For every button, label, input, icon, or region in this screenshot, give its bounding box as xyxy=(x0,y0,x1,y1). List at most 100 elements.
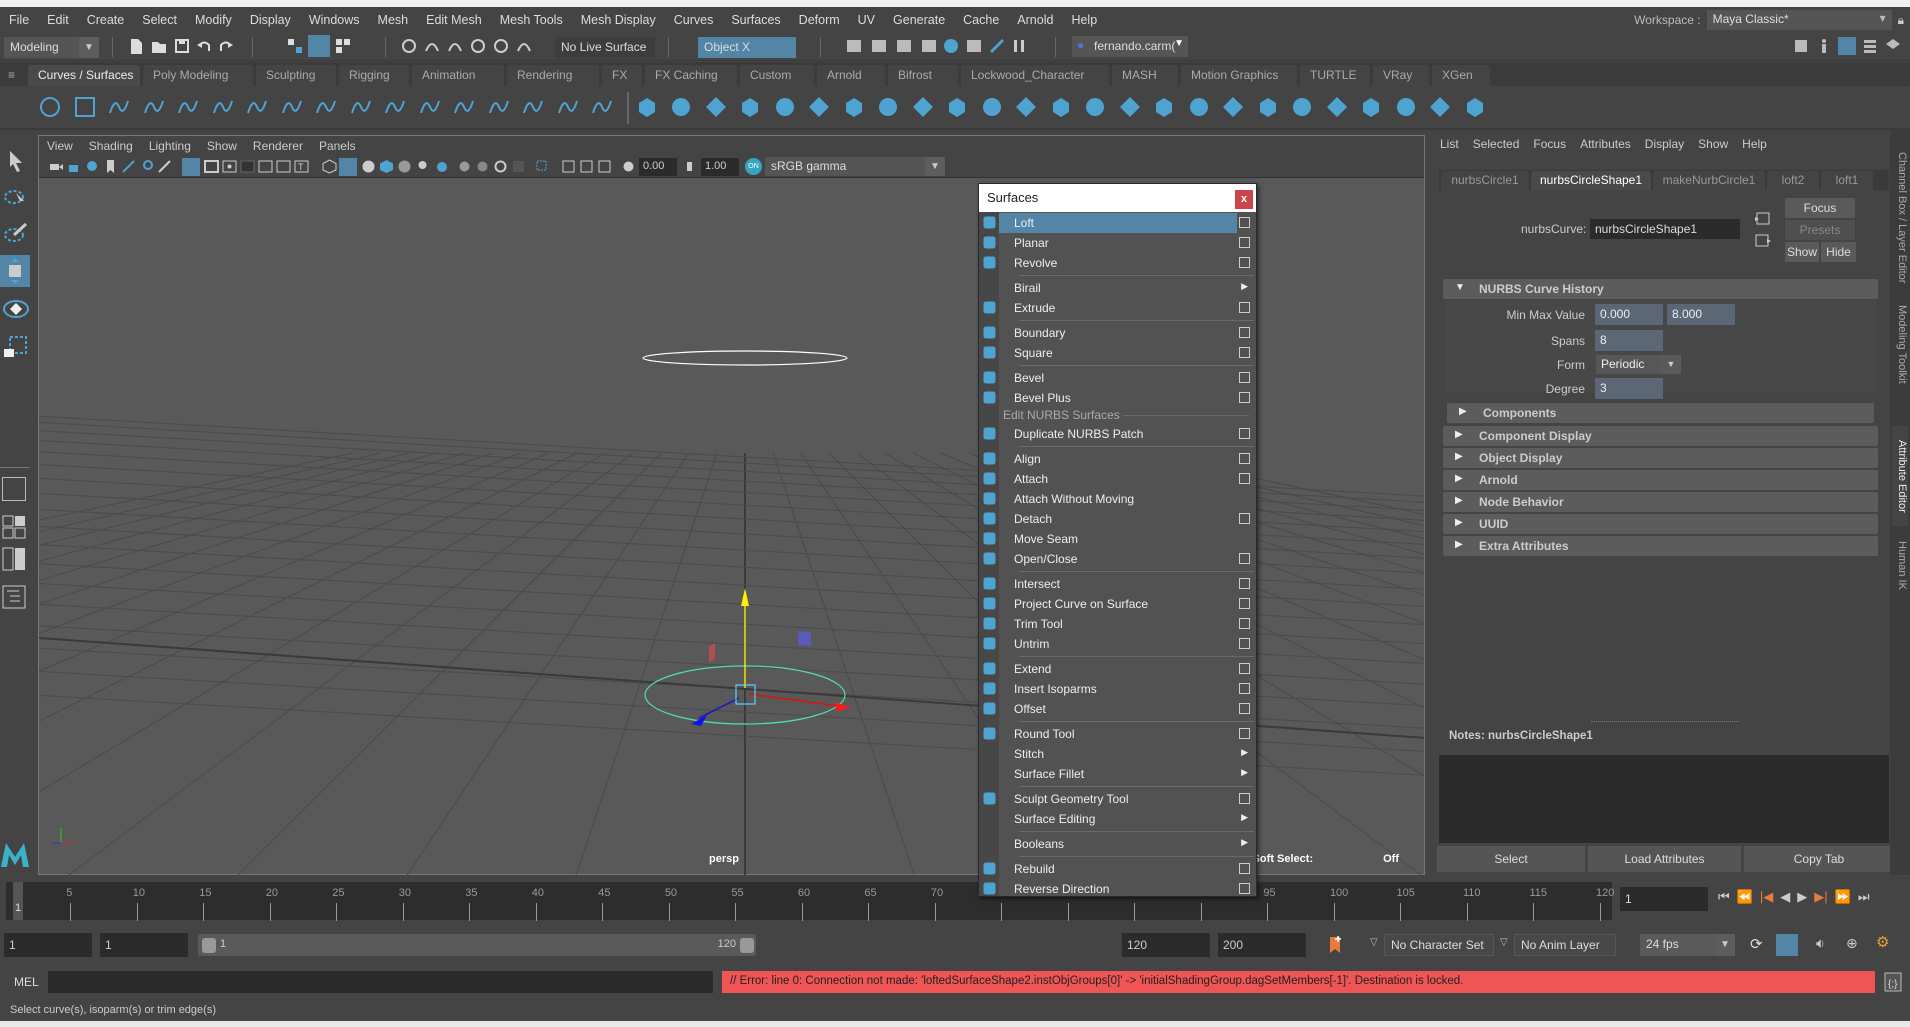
xray-joints-icon[interactable] xyxy=(579,159,594,174)
section-component-display[interactable]: ▶ Component Display xyxy=(1443,426,1878,446)
y-arrow-head[interactable] xyxy=(741,588,749,606)
insert-knot-icon[interactable] xyxy=(418,95,442,119)
attr-menu-show[interactable]: Show xyxy=(1691,137,1735,151)
menu-item-move-seam[interactable]: Move Seam xyxy=(979,529,1256,549)
section-uuid[interactable]: ▶ UUID xyxy=(1443,514,1878,534)
menu-windows[interactable]: Windows xyxy=(300,13,369,27)
default-material-icon[interactable] xyxy=(361,159,376,174)
fps-dropdown[interactable]: 24 fps ▼ xyxy=(1640,934,1735,956)
exposure-icon[interactable] xyxy=(621,159,636,174)
nurbs-circle-icon[interactable] xyxy=(38,95,62,119)
menu-item-offset[interactable]: Offset xyxy=(979,699,1256,719)
intersect-icon[interactable] xyxy=(1118,95,1142,119)
step-back-key-icon[interactable]: ⏪ xyxy=(1737,889,1753,905)
form-dropdown[interactable]: Periodic xyxy=(1596,355,1661,374)
tool-settings-icon[interactable] xyxy=(1861,37,1879,55)
menu-curves[interactable]: Curves xyxy=(665,13,723,27)
depth-of-field-icon[interactable] xyxy=(511,159,526,174)
shelf-tab-fx-caching[interactable]: FX Caching xyxy=(645,65,737,86)
arnold-ipr-icon[interactable] xyxy=(988,37,1006,55)
menu-uv[interactable]: UV xyxy=(849,13,884,27)
select-component-icon[interactable] xyxy=(334,37,352,55)
insert-isoparm-icon[interactable] xyxy=(1325,95,1349,119)
option-box-icon[interactable] xyxy=(1239,473,1250,484)
section-object-display[interactable]: ▶ Object Display xyxy=(1443,448,1878,468)
lock-camera-icon[interactable] xyxy=(67,159,82,174)
detach-curves-icon[interactable] xyxy=(383,95,407,119)
option-box-icon[interactable] xyxy=(1239,347,1250,358)
hide-button[interactable]: Hide xyxy=(1821,242,1856,262)
untrim-icon[interactable] xyxy=(1221,95,1245,119)
tab-channel-box[interactable]: Channel Box / Layer Editor xyxy=(1892,148,1908,288)
option-box-icon[interactable] xyxy=(1239,683,1250,694)
character-set-dropdown[interactable]: No Character Set xyxy=(1384,934,1494,956)
menu-item-surface-editing[interactable]: Surface Editing ▶ xyxy=(979,809,1256,829)
scale-tool-icon[interactable] xyxy=(2,333,30,361)
menu-surfaces[interactable]: Surfaces xyxy=(722,13,789,27)
option-box-icon[interactable] xyxy=(1239,703,1250,714)
shelf-tab-fx[interactable]: FX xyxy=(602,65,642,86)
playback-end-field[interactable]: 120 xyxy=(1122,933,1210,957)
option-box-icon[interactable] xyxy=(1239,237,1250,248)
wireframe-on-shaded-icon[interactable] xyxy=(379,159,394,174)
menu-select[interactable]: Select xyxy=(133,13,186,27)
shelf-tab-xgen[interactable]: XGen xyxy=(1432,65,1490,86)
outliner-layout-button[interactable] xyxy=(2,585,26,609)
option-box-icon[interactable] xyxy=(1239,428,1250,439)
film-gate-icon[interactable] xyxy=(204,159,219,174)
lasso-tool-icon[interactable] xyxy=(2,183,30,211)
ep-curve-icon[interactable] xyxy=(107,95,131,119)
script-language-toggle[interactable]: MEL xyxy=(14,975,39,989)
add-points-icon[interactable] xyxy=(556,95,580,119)
shelf-tab-rendering[interactable]: Rendering xyxy=(507,65,599,86)
range-end-handle[interactable] xyxy=(740,938,754,953)
viewport-menu-shading[interactable]: Shading xyxy=(81,139,141,153)
max-value-field[interactable]: 8.000 xyxy=(1667,304,1735,325)
nurbs-cone-icon[interactable] xyxy=(738,95,762,119)
current-frame-field[interactable]: 1 xyxy=(1620,887,1708,911)
attr-tab-makenurbcircle1[interactable]: makeNurbCircle1 xyxy=(1653,171,1765,190)
option-box-icon[interactable] xyxy=(1239,638,1250,649)
shelf-tab-animation[interactable]: Animation xyxy=(412,65,504,86)
anim-layer-menu-icon[interactable]: ▽ xyxy=(1500,937,1508,948)
nurbs-torus-icon[interactable] xyxy=(807,95,831,119)
shelf-tab-poly-modeling[interactable]: Poly Modeling xyxy=(143,65,253,86)
new-scene-icon[interactable] xyxy=(127,37,145,55)
nurbs-square-icon[interactable] xyxy=(73,95,97,119)
shelf-menu-icon[interactable]: ≡ xyxy=(8,68,15,82)
pause-icon[interactable] xyxy=(1010,37,1028,55)
viewport-menu-show[interactable]: Show xyxy=(199,139,245,153)
screen-space-ao-icon[interactable] xyxy=(457,159,472,174)
menu-item-trim-tool[interactable]: Trim Tool xyxy=(979,614,1256,634)
menu-item-revolve[interactable]: Revolve xyxy=(979,253,1256,273)
menu-item-bevel[interactable]: Bevel xyxy=(979,368,1256,388)
trim-icon[interactable] xyxy=(1187,95,1211,119)
isolate-select-icon[interactable] xyxy=(535,159,550,174)
attach-surfaces-icon[interactable] xyxy=(1256,95,1280,119)
project-curve-icon[interactable] xyxy=(1152,95,1176,119)
grid-toggle[interactable] xyxy=(182,158,200,176)
shelf-tab-bifrost[interactable]: Bifrost xyxy=(888,65,958,86)
menu-item-loft[interactable]: Loft xyxy=(979,213,1256,233)
tab-attribute-editor[interactable]: Attribute Editor xyxy=(1892,426,1908,526)
mel-command-input[interactable] xyxy=(48,971,713,993)
move-tool-button[interactable] xyxy=(0,255,30,287)
attr-tab-loft2[interactable]: loft2 xyxy=(1767,171,1819,190)
snap-grid-icon[interactable] xyxy=(400,37,418,55)
chevron-down-icon[interactable]: ▼ xyxy=(1661,355,1681,374)
section-arnold[interactable]: ▶ Arnold xyxy=(1443,470,1878,490)
modeling-toolkit-icon[interactable] xyxy=(1792,37,1810,55)
menu-item-boundary[interactable]: Boundary xyxy=(979,323,1256,343)
curve-from-points-icon[interactable] xyxy=(280,95,304,119)
channel-box-icon[interactable] xyxy=(1884,37,1902,55)
ipr-render-icon[interactable] xyxy=(895,37,913,55)
degree-field[interactable]: 3 xyxy=(1595,378,1663,399)
hypershade-icon[interactable] xyxy=(942,37,960,55)
smooth-shade-toggle[interactable] xyxy=(339,158,357,176)
option-box-icon[interactable] xyxy=(1239,302,1250,313)
rotate-tool-icon[interactable] xyxy=(2,295,30,323)
snap-live-icon[interactable] xyxy=(492,37,510,55)
go-to-end-icon[interactable]: ⏭ xyxy=(1858,889,1870,905)
shelf-tab-sculpting[interactable]: Sculpting xyxy=(256,65,336,86)
nurbs-cube-icon[interactable] xyxy=(669,95,693,119)
